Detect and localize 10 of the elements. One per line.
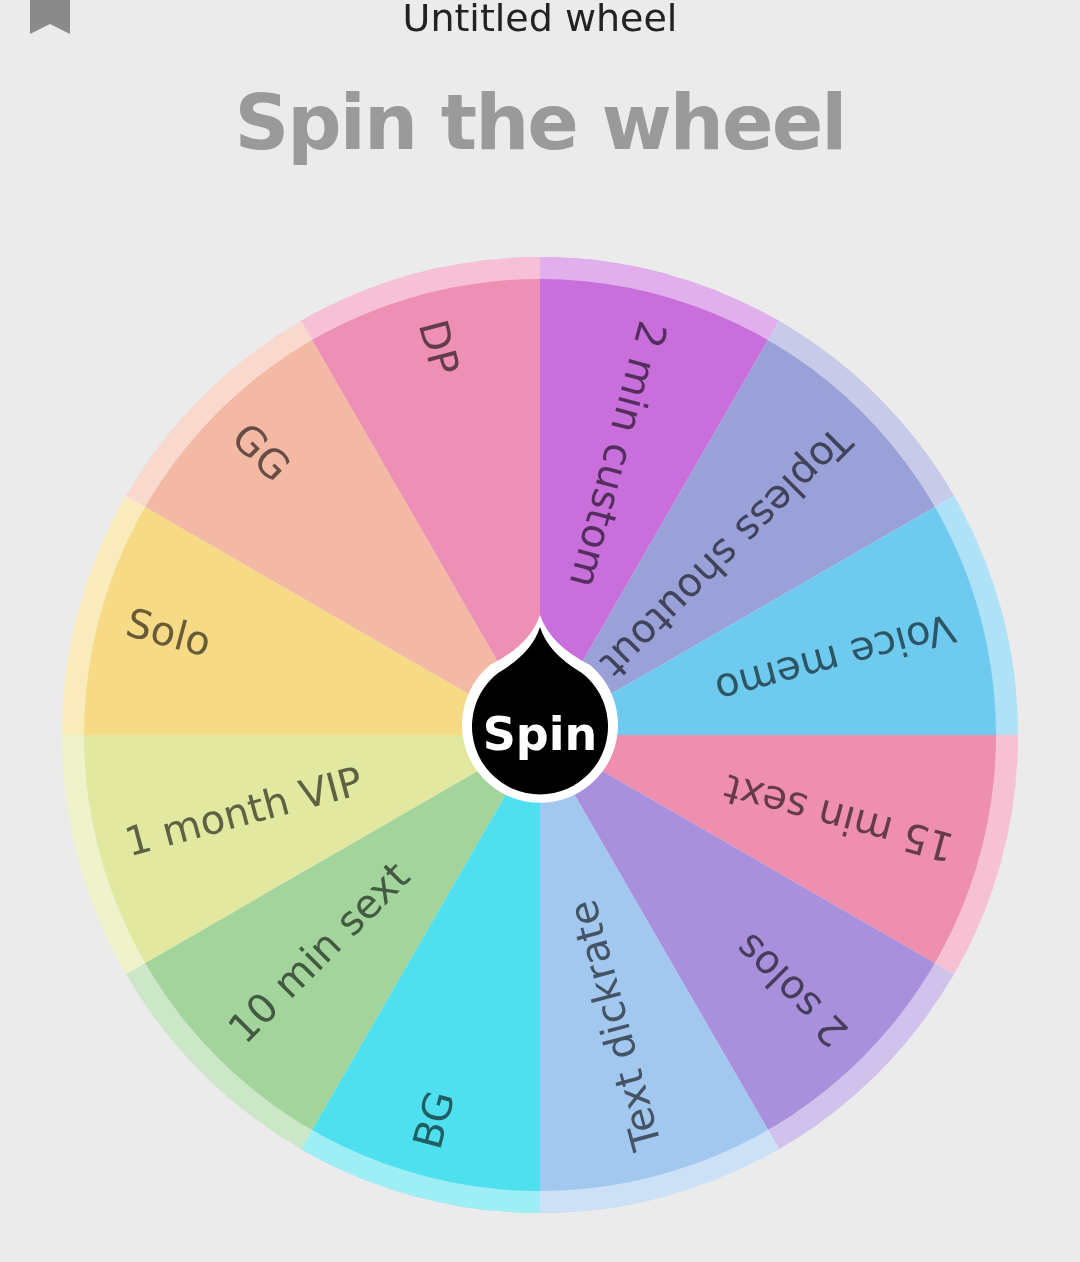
page-heading: Spin the wheel xyxy=(234,78,846,168)
segment-label: 15 min sext xyxy=(718,765,959,871)
app-title: Untitled wheel xyxy=(402,0,678,36)
segment-label: BG xyxy=(404,1085,464,1154)
bookmark-icon[interactable] xyxy=(30,0,70,34)
segment-label: 1 month VIP xyxy=(119,757,368,866)
segment-label: DP xyxy=(409,314,469,380)
segment-label: Solo xyxy=(121,599,216,666)
segment-label: Text dickrate xyxy=(559,895,671,1156)
segment-label: GG xyxy=(223,413,300,491)
